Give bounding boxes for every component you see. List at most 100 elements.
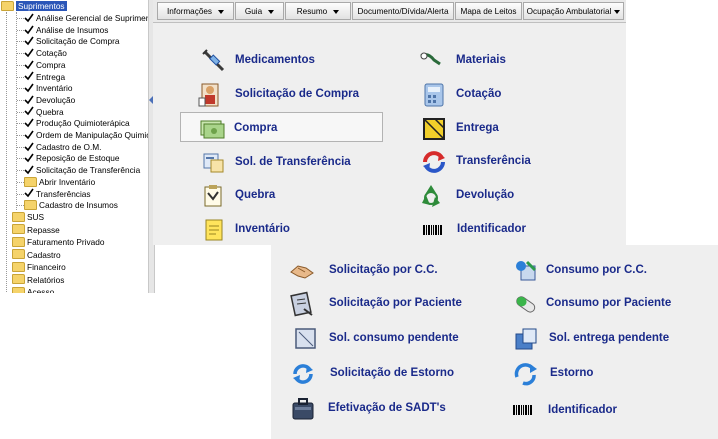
syringe-icon [202, 49, 225, 72]
tree-node-child[interactable]: Análise Gerencial de Suprimentos [24, 12, 148, 24]
checkmark-icon [24, 118, 34, 128]
tree-node-child[interactable]: Devolução [24, 94, 75, 106]
menu-item-identificador-consumo[interactable]: Identificador [513, 398, 713, 424]
purchase-request-icon [198, 83, 219, 107]
menu-item-sol-consumo-pendente[interactable]: Sol. consumo pendente [293, 326, 493, 352]
menu-item-entrega[interactable]: Entrega [421, 116, 611, 142]
tree-node-child[interactable]: Transferências [24, 188, 91, 200]
folder-icon [12, 249, 25, 260]
toolbar: Informações Guia Resumo Documento/Dívida… [153, 0, 626, 23]
tree-node-child[interactable]: Solicitação de Compra [24, 35, 119, 47]
tree-node-child[interactable]: Compra [24, 59, 66, 71]
tree-node-child[interactable]: Entrega [24, 71, 65, 83]
menu-item-label: Consumo por C.C. [546, 264, 647, 276]
menu-item-devolucao[interactable]: Devolução [418, 183, 608, 209]
menu-item-label: Sol. consumo pendente [329, 332, 459, 344]
menu-item-label: Identificador [548, 404, 618, 416]
menu-item-label: Devolução [456, 189, 515, 201]
menu-item-cotacao[interactable]: Cotação [421, 82, 611, 108]
menu-item-label: Sol. de Transferência [235, 156, 351, 168]
checkmark-icon [24, 71, 34, 81]
menu-item-consumo-por-paciente[interactable]: Consumo por Paciente [513, 291, 713, 317]
tree-node-folder[interactable]: Cadastro [12, 249, 61, 261]
dropdown-arrow-icon [268, 9, 275, 14]
checkmark-icon [24, 153, 34, 163]
menu-item-label: Inventário [235, 223, 290, 235]
tree-guide-line [17, 99, 24, 101]
tree-guide-line [17, 181, 24, 183]
checkmark-icon [24, 165, 34, 175]
menu-item-solicitacao-por-paciente[interactable]: Solicitação por Paciente [289, 291, 509, 317]
menu-item-label: Solicitação por C.C. [329, 264, 438, 276]
tree-guide-line [17, 64, 24, 66]
main-panel: Informações Guia Resumo Documento/Dívida… [153, 0, 626, 245]
tree-node-suprimentos[interactable]: Suprimentos [1, 0, 67, 12]
dropdown-arrow-icon [333, 9, 340, 14]
menu-item-label: Solicitação de Estorno [330, 367, 454, 379]
tree-node-label: Cotação [36, 48, 67, 59]
transfer-arrows-icon [423, 151, 445, 173]
tree-node-child[interactable]: Reposição de Estoque [24, 152, 120, 164]
menu-item-materiais[interactable]: Materiais [418, 48, 608, 74]
tree-node-label: Quebra [36, 106, 64, 117]
resumo-button[interactable]: Resumo [285, 2, 351, 20]
menu-item-sol-entrega-pendente[interactable]: Sol. entrega pendente [513, 326, 713, 352]
tree-node-label: Acesso [27, 287, 55, 293]
mapa-de-leitos-button[interactable]: Mapa de Leitos [455, 2, 522, 20]
broken-item-icon [204, 185, 222, 207]
consumption-panel: Solicitação por C.C. Solicitação por Pac… [271, 245, 718, 439]
tree-node-label: Solicitação de Transferência [36, 165, 141, 176]
menu-item-sol-de-transferencia[interactable]: Sol. de Transferência [201, 150, 391, 176]
folder-icon [12, 261, 25, 272]
tree-guide-line [17, 53, 24, 55]
button-label: Ocupação Ambulatorial [526, 7, 612, 16]
tree-node-folder[interactable]: Faturamento Privado [12, 236, 104, 248]
menu-item-efetivacao-de-sadts[interactable]: Efetivação de SADT's [290, 396, 490, 422]
tree-node-child[interactable]: Análise de Insumos [24, 24, 108, 36]
tree-guide-line [17, 88, 24, 90]
calculator-icon [424, 83, 444, 107]
informacoes-button[interactable]: Informações [157, 2, 234, 20]
tree-node-folder[interactable]: Financeiro [12, 261, 66, 273]
tree-guide-line [17, 135, 24, 136]
inventory-icon [205, 219, 223, 241]
tree-guide-line [17, 18, 24, 19]
menu-item-transferencia[interactable]: Transferência [421, 149, 611, 175]
menu-item-identificador[interactable]: Identificador [423, 217, 613, 243]
menu-item-inventario[interactable]: Inventário [201, 217, 381, 243]
menu-item-label: Efetivação de SADT's [328, 402, 446, 414]
tree-node-folder[interactable]: Repasse [12, 224, 60, 236]
tree-node-child[interactable]: Ordem de Manipulação Quimioterápica [24, 129, 148, 141]
tree-node-child[interactable]: Produção Quimioterápica [24, 117, 130, 129]
menu-item-quebra[interactable]: Quebra [201, 183, 381, 209]
menu-item-solicitacao-por-cc[interactable]: Solicitação por C.C. [289, 258, 489, 284]
tree-node-child[interactable]: Solicitação de Transferência [24, 164, 140, 176]
tree-node-label: Entrega [36, 71, 66, 82]
menu-item-solicitacao-de-compra[interactable]: Solicitação de Compra [197, 82, 381, 108]
menu-item-solicitacao-de-estorno[interactable]: Solicitação de Estorno [290, 361, 490, 387]
tree-guide-line [17, 29, 24, 31]
ocupacao-ambulatorial-button[interactable]: Ocupação Ambulatorial [523, 2, 624, 20]
guia-button[interactable]: Guia [235, 2, 284, 20]
menu-item-medicamentos[interactable]: Medicamentos [201, 48, 381, 74]
tree-node-child[interactable]: Inventário [24, 82, 72, 94]
documento-divida-alerta-button[interactable]: Documento/Dívida/Alerta [352, 2, 454, 20]
tree-node-child[interactable]: Cotação [24, 47, 67, 59]
tree-node-child[interactable]: Abrir Inventário [24, 176, 95, 188]
checkmark-icon [24, 36, 34, 46]
dropdown-arrow-icon [614, 9, 621, 14]
folder-icon [12, 274, 25, 285]
tree-node-folder[interactable]: SUS [12, 211, 44, 223]
tree-node-child[interactable]: Cadastro de Insumos [24, 199, 118, 211]
tree-node-folder[interactable]: Acesso [12, 286, 54, 293]
menu-item-estorno[interactable]: Estorno [513, 361, 713, 387]
tree-node-label: Relatórios [27, 274, 65, 285]
tree-node-folder[interactable]: Relatórios [12, 274, 64, 286]
tree-node-label: Cadastro de Insumos [39, 200, 118, 211]
menu-item-compra[interactable]: Compra [199, 116, 379, 142]
menu-item-consumo-por-cc[interactable]: Consumo por C.C. [513, 258, 713, 284]
tree-node-child[interactable]: Quebra [24, 106, 64, 118]
barcode-bars [423, 225, 447, 235]
tree-guide-line [17, 123, 24, 125]
tree-node-child[interactable]: Cadastro de O.M. [24, 141, 101, 153]
